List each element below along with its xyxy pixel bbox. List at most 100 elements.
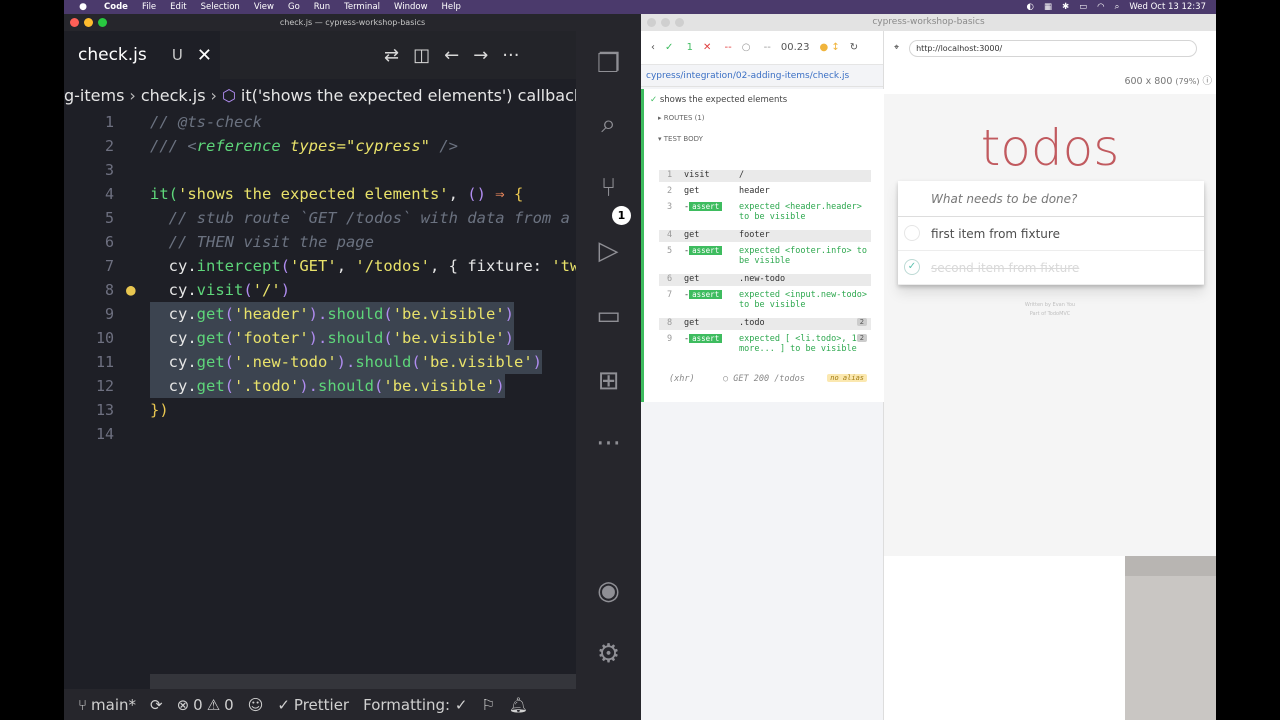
search-icon[interactable]: ⌕ (1115, 2, 1120, 12)
minimize-window-button[interactable] (84, 18, 93, 27)
command-row[interactable]: 1 visit / (659, 170, 871, 182)
more-icon[interactable]: ··· (576, 429, 641, 459)
more-actions-icon[interactable]: ··· (502, 45, 519, 66)
menu-run[interactable]: Run (314, 2, 330, 12)
split-editor-icon[interactable]: ◫ (413, 45, 430, 66)
xhr-row[interactable]: (xhr) ○ GET 200 /todos no alias (659, 374, 871, 388)
go-forward-icon[interactable]: → (473, 45, 488, 66)
spec-path[interactable]: cypress/integration/02-adding-items/chec… (641, 65, 883, 87)
alias-badge: no alias (827, 374, 867, 382)
code-token: get (196, 305, 225, 323)
new-todo-input[interactable]: What needs to be done? (898, 181, 1204, 217)
command-row[interactable]: 2 get header (659, 186, 871, 198)
minimize-window-button[interactable] (661, 18, 670, 27)
lightbulb-icon[interactable]: ● (126, 278, 136, 302)
assert-badge: assert (689, 290, 723, 299)
status-icon[interactable]: ◐ (1027, 2, 1034, 12)
menu-go[interactable]: Go (288, 2, 300, 12)
footer-part-of[interactable]: Part of TodoMVC (884, 310, 1216, 319)
close-window-button[interactable] (70, 18, 79, 27)
failed-count: ✕ -- (702, 42, 732, 53)
menu-selection[interactable]: Selection (201, 2, 240, 12)
zoom-window-button[interactable] (98, 18, 107, 27)
chevron-right-icon: › (210, 85, 217, 105)
autoscroll-toggle-icon[interactable]: ● ↕ (819, 42, 839, 53)
code-token: should (327, 305, 384, 323)
go-back-icon[interactable]: ← (444, 45, 459, 66)
breadcrumb-file[interactable]: check.js (141, 86, 206, 105)
explorer-icon[interactable]: ❐ (576, 49, 641, 79)
code-text: cy.get('.new-todo').should('be.visible') (150, 350, 543, 374)
code-token: ) (504, 329, 515, 347)
clock[interactable]: Wed Oct 13 12:37 (1129, 2, 1206, 12)
toggle-checkbox[interactable]: ✓ (904, 259, 920, 275)
breadcrumb-folder[interactable]: g-items (64, 86, 124, 105)
viewport-info[interactable]: 600 x 800 (79%) ⓘ (1124, 73, 1212, 87)
code-token: ⇒ (485, 185, 514, 203)
menu-edit[interactable]: Edit (170, 2, 186, 12)
prettier-status[interactable]: ✓ Prettier (277, 696, 349, 714)
account-icon[interactable]: ◉ (576, 576, 641, 606)
routes-toggle[interactable]: ▸ ROUTES (1) (658, 114, 884, 122)
restart-icon[interactable]: ↻ (850, 42, 858, 53)
code-token: get (196, 329, 225, 347)
command-row[interactable]: 5 - assert expected <footer.info> to be vis… (659, 246, 871, 270)
command-row[interactable]: 3 - assert expected <header.header> to be v… (659, 202, 871, 226)
routes-label: ROUTES (1) (663, 114, 705, 122)
close-tab-icon[interactable]: ✕ (197, 45, 212, 66)
branch-status[interactable]: ⑂ main* (78, 696, 136, 714)
back-icon[interactable]: ‹ (651, 42, 655, 53)
code-line: 3 (64, 158, 576, 182)
menu-window[interactable]: Window (394, 2, 428, 12)
command-row[interactable]: 6 get .new-todo (659, 274, 871, 286)
todo-item[interactable]: ✓ second item from fixture (898, 251, 1204, 285)
test-title[interactable]: ✓ shows the expected elements (644, 89, 884, 105)
passed-number: 1 (686, 42, 693, 53)
todo-item[interactable]: first item from fixture (898, 217, 1204, 251)
tab-check-js[interactable]: check.js U ✕ (64, 31, 220, 79)
sync-icon[interactable]: ⟳ (150, 696, 163, 714)
menu-view[interactable]: View (254, 2, 274, 12)
source-control-icon[interactable]: ⑂ (576, 173, 641, 203)
run-debug-icon[interactable]: ▷ (576, 236, 641, 266)
command-row[interactable]: 8 get .todo 2 (659, 318, 871, 330)
code-text: // @ts-check (150, 113, 262, 131)
problems-status[interactable]: ⊗ 0 ⚠ 0 (177, 696, 234, 714)
command-row[interactable]: 4 get footer (659, 230, 871, 242)
menu-file[interactable]: File (142, 2, 156, 12)
battery-icon[interactable]: ▭ (1079, 2, 1087, 12)
menu-help[interactable]: Help (442, 2, 461, 12)
bluetooth-icon[interactable]: ✱ (1062, 2, 1069, 12)
apple-icon[interactable]: ● (76, 2, 90, 12)
flag-icon[interactable]: ▦ (1044, 2, 1052, 12)
test-body-toggle[interactable]: ▾ TEST BODY (658, 135, 884, 143)
extensions-icon[interactable]: ⊞ (576, 366, 641, 396)
code-token: () (467, 185, 486, 203)
close-window-button[interactable] (647, 18, 656, 27)
menu-terminal[interactable]: Terminal (344, 2, 380, 12)
code-editor[interactable]: 1 // @ts-check 2 /// <reference types="cyp… (64, 110, 589, 685)
code-token: 'GET' (290, 257, 337, 275)
zoom-window-button[interactable] (675, 18, 684, 27)
command-row[interactable]: 9 - assert expected [ <li.todo>, 1 more... … (659, 334, 871, 370)
copilot-icon[interactable]: ☺ (248, 696, 264, 714)
code-token: ). (336, 353, 356, 371)
command-row[interactable]: 7 - assert expected <input.new-todo> to be … (659, 290, 871, 314)
wifi-icon[interactable]: ◠ (1097, 2, 1104, 12)
url-field[interactable]: http://localhost:3000/ (909, 39, 1198, 57)
selector-playground-icon[interactable]: ⌖ (894, 43, 899, 53)
menu-app[interactable]: Code (104, 2, 128, 12)
search-icon[interactable]: ⌕ (576, 109, 641, 140)
horizontal-scrollbar[interactable] (150, 674, 576, 690)
bell-icon[interactable]: 🔔︎ (509, 696, 528, 714)
toggle-checkbox[interactable] (904, 225, 920, 241)
remote-explorer-icon[interactable]: ▭ (576, 301, 641, 331)
gear-icon[interactable]: ⚙ (576, 639, 641, 669)
formatting-status[interactable]: Formatting: ✓ (363, 696, 467, 714)
breadcrumb-symbol[interactable]: it('shows the expected elements') callba… (241, 86, 576, 105)
feedback-icon[interactable]: ⚐ (481, 696, 494, 714)
command-message: / (739, 170, 745, 180)
chevron-right-icon: › (129, 85, 136, 105)
warning-icon: ⚠ (206, 695, 221, 714)
open-changes-icon[interactable]: ⇄ (384, 45, 399, 66)
